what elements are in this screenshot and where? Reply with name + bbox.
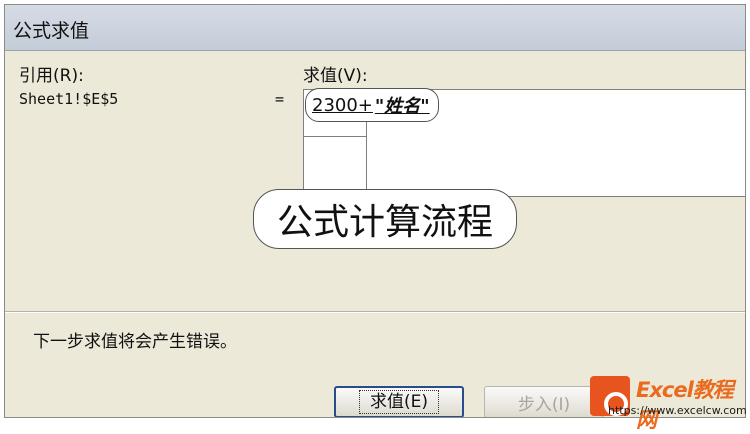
reference-value: Sheet1!$E$5 xyxy=(19,90,119,108)
dialog-divider xyxy=(5,311,745,313)
evaluation-expression: 2300+ "姓名" xyxy=(305,88,439,122)
dialog-title: 公式求值 xyxy=(13,20,90,42)
annotation-callout: 公式计算流程 xyxy=(253,189,517,249)
formula-evaluate-dialog: 公式求值 引用(R): Sheet1!$E$5 = 求值(V): 2300+ "… xyxy=(4,4,746,418)
status-message: 下一步求值将会产生错误。 xyxy=(33,332,237,352)
step-in-button-label: 步入(I) xyxy=(517,394,571,415)
dialog-titlebar: 公式求值 xyxy=(5,5,745,51)
expression-text: "姓名" xyxy=(374,96,430,117)
watermark-logo: Excel教程网 https://www.excelcw.com xyxy=(584,368,750,432)
evaluate-button[interactable]: 求值(E) xyxy=(334,386,464,417)
equals-sign: = xyxy=(275,90,285,108)
watermark-url: https://www.excelcw.com xyxy=(608,404,747,417)
reference-label: 引用(R): xyxy=(19,66,84,86)
annotation-text: 公式计算流程 xyxy=(276,202,493,243)
evaluation-scroll-divider xyxy=(304,136,366,137)
evaluation-label: 求值(V): xyxy=(303,66,368,86)
evaluate-button-label: 求值(E) xyxy=(358,390,439,414)
expression-number: 2300+ xyxy=(312,94,373,116)
